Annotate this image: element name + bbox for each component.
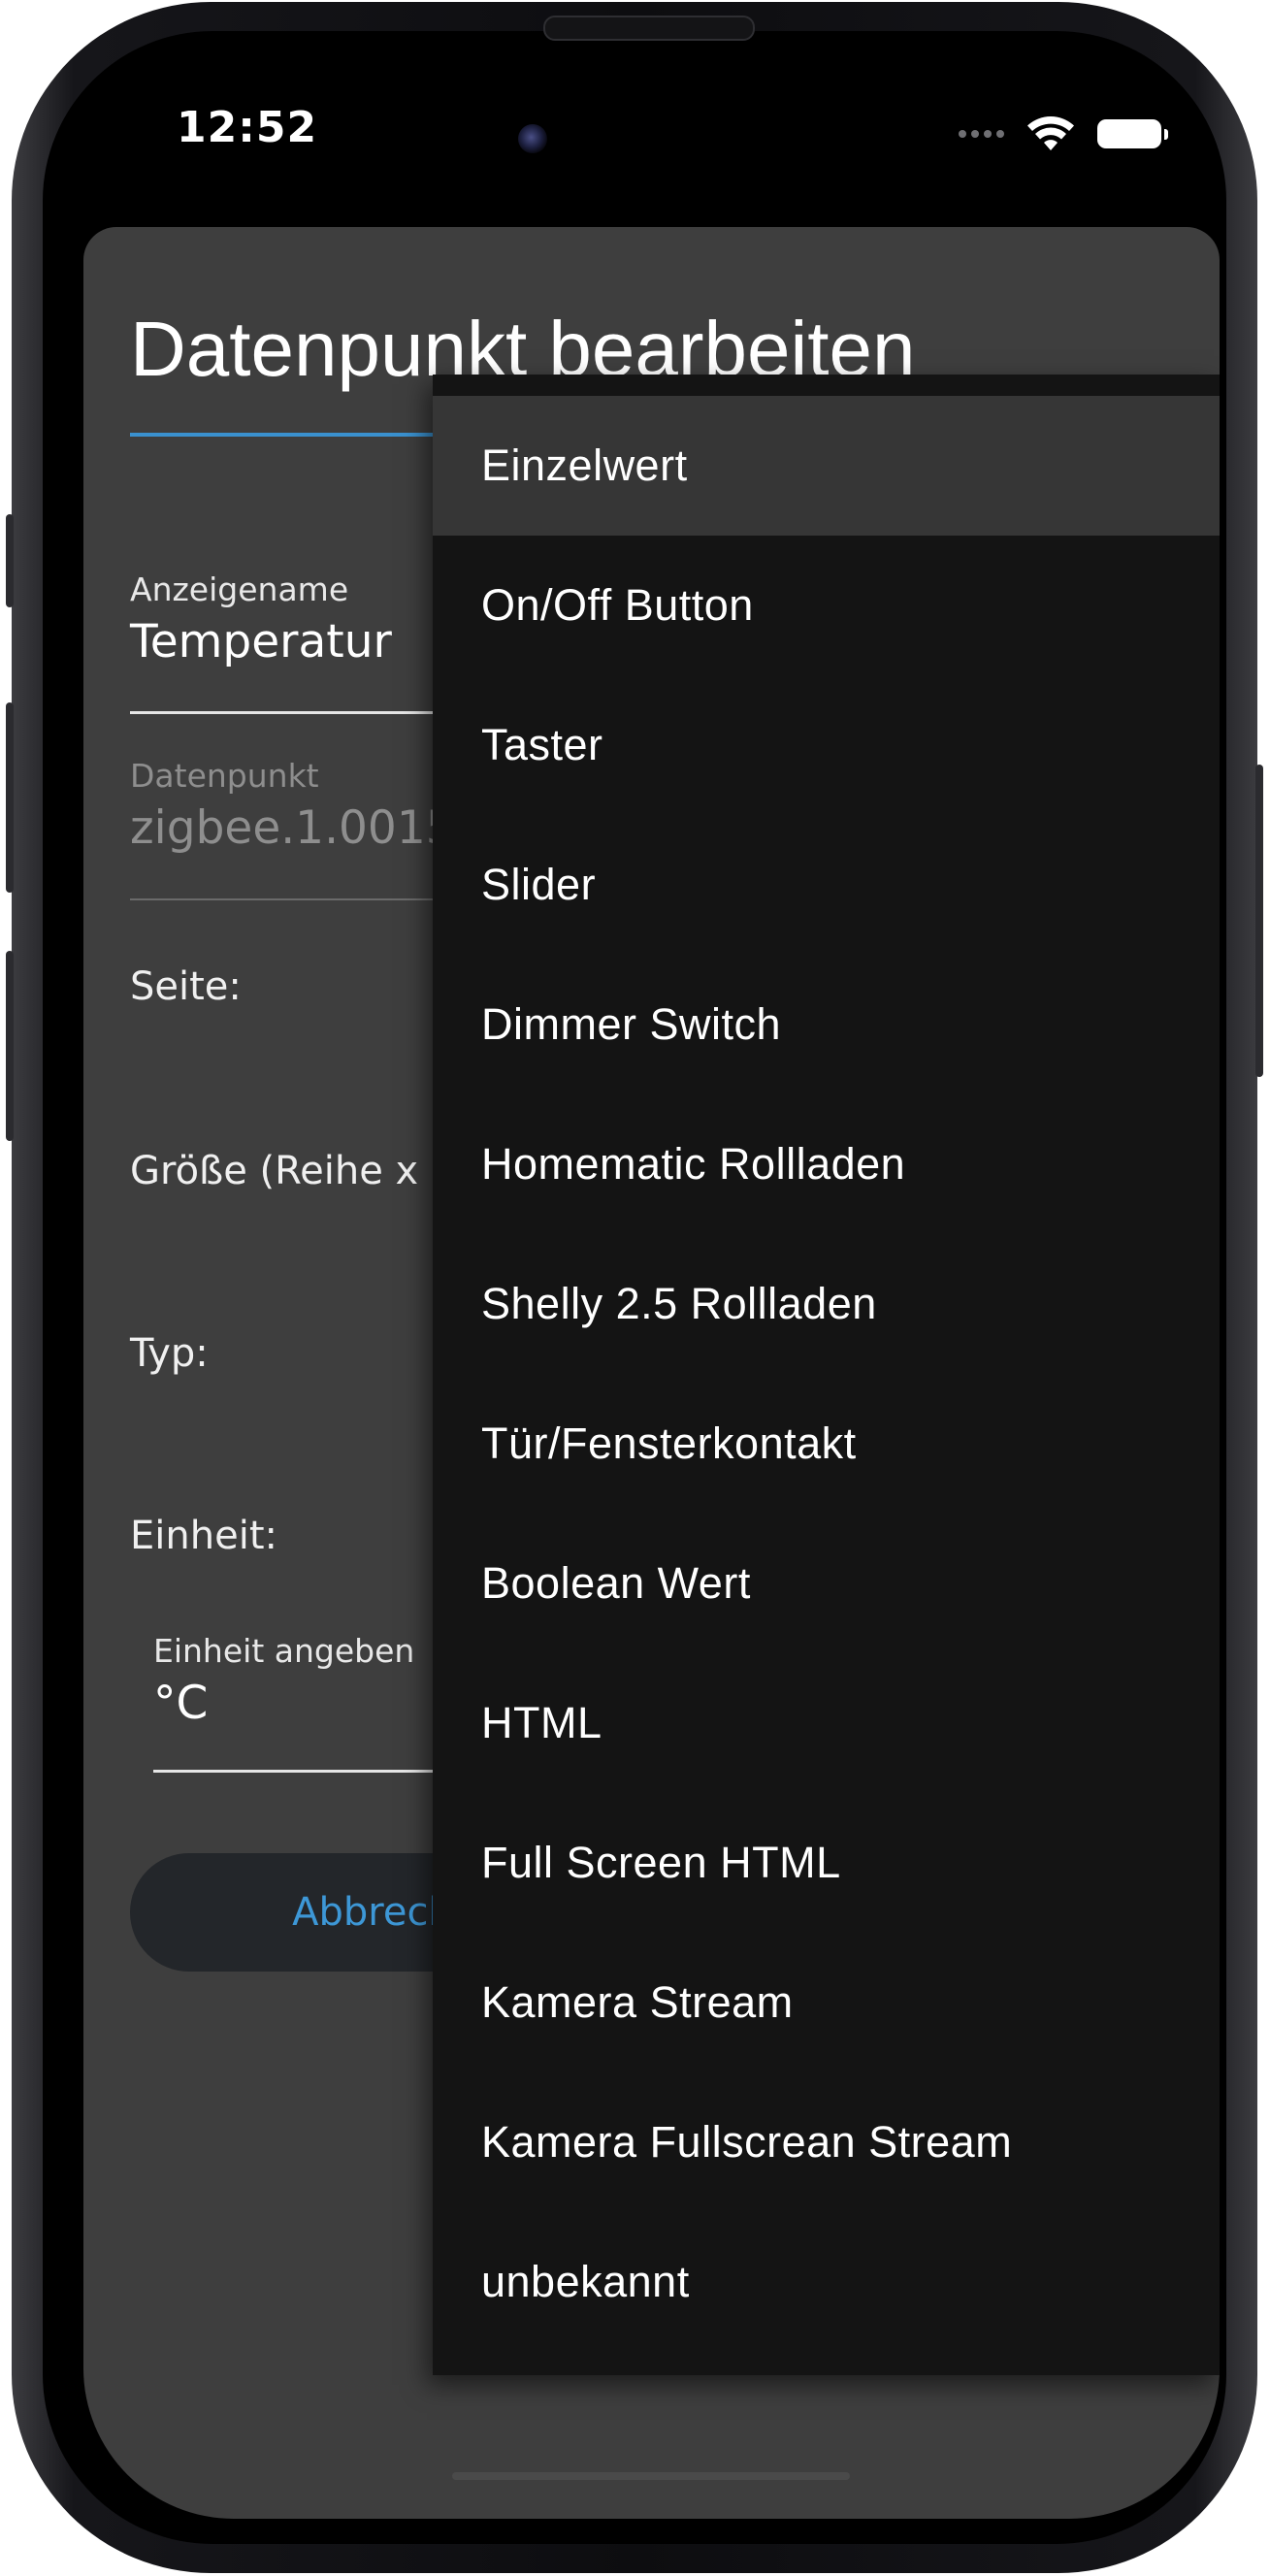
dropdown-item[interactable]: Shelly 2.5 Rollladen xyxy=(433,1234,1220,1374)
dropdown-item[interactable]: Full Screen HTML xyxy=(433,1793,1220,1933)
datapoint-underline xyxy=(130,898,440,900)
phone-frame: 12:52 Datenpunkt bearbeiten Anzeigename … xyxy=(6,2,1263,2573)
dropdown-item[interactable]: HTML xyxy=(433,1653,1220,1793)
status-time: 12:52 xyxy=(177,103,318,152)
display-name-underline xyxy=(130,711,440,714)
dropdown-item[interactable]: Homematic Rollladen xyxy=(433,1094,1220,1234)
datapoint-label: Datenpunkt xyxy=(130,757,319,795)
dropdown-item[interactable]: Slider xyxy=(433,815,1220,955)
type-dropdown-menu: Einzelwert On/Off Button Taster Slider Dimme… xyxy=(433,375,1220,2375)
earpiece-speaker xyxy=(543,16,755,41)
wifi-icon xyxy=(1027,115,1074,150)
dropdown-item[interactable]: Einzelwert xyxy=(433,396,1220,536)
unit-input-underline xyxy=(153,1770,444,1773)
dropdown-item[interactable]: Taster xyxy=(433,675,1220,815)
type-label: Typ: xyxy=(130,1331,209,1376)
display-name-input[interactable]: Temperatur xyxy=(130,615,392,668)
battery-icon xyxy=(1097,119,1168,148)
front-camera xyxy=(518,124,547,153)
dropdown-item[interactable]: unbekannt xyxy=(433,2212,1220,2352)
page-label: Seite: xyxy=(130,964,242,1009)
dropdown-item[interactable]: Boolean Wert xyxy=(433,1514,1220,1653)
dropdown-item[interactable]: On/Off Button xyxy=(433,536,1220,675)
volume-up-button xyxy=(6,702,14,893)
screen: 12:52 Datenpunkt bearbeiten Anzeigename … xyxy=(83,58,1220,2519)
dropdown-item[interactable]: Kamera Fullscrean Stream xyxy=(433,2072,1220,2212)
silent-switch xyxy=(6,514,14,607)
datapoint-field: zigbee.1.0015 xyxy=(130,801,455,855)
notch xyxy=(417,58,885,154)
unit-label: Einheit: xyxy=(130,1514,277,1558)
home-indicator xyxy=(452,2472,850,2480)
unit-input[interactable]: °C xyxy=(153,1677,208,1730)
size-label: Größe (Reihe x xyxy=(130,1149,419,1193)
status-icons xyxy=(959,114,1168,153)
dropdown-item[interactable]: Tür/Fensterkontakt xyxy=(433,1374,1220,1514)
power-button xyxy=(1255,765,1263,1077)
unit-field-label: Einheit angeben xyxy=(153,1632,415,1670)
display-name-label: Anzeigename xyxy=(130,571,349,608)
dropdown-item[interactable]: Kamera Stream xyxy=(433,1933,1220,2072)
volume-down-button xyxy=(6,951,14,1141)
dropdown-item[interactable]: Dimmer Switch xyxy=(433,955,1220,1094)
cellular-signal-icon xyxy=(959,130,1004,138)
